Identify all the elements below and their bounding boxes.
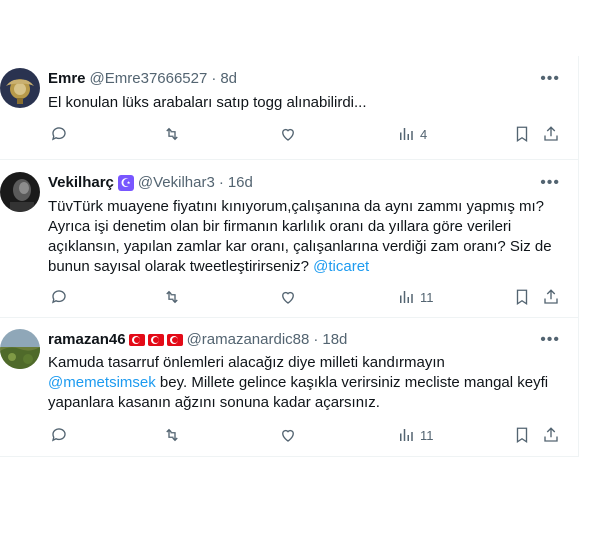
display-name[interactable]: Vekilharç xyxy=(48,173,114,193)
reply-button[interactable] xyxy=(50,426,68,444)
views-icon xyxy=(400,429,413,441)
views-count: 4 xyxy=(420,126,428,142)
mention-link[interactable]: @memetsimsek xyxy=(48,374,156,391)
repost-button[interactable] xyxy=(163,125,181,143)
share-button[interactable] xyxy=(542,426,560,444)
views-button[interactable]: 11 xyxy=(397,288,434,306)
views-button[interactable]: 4 xyxy=(397,125,427,143)
tweet-text: El konulan lüks arabaları satıp togg alı… xyxy=(48,94,367,111)
user-handle[interactable]: @Vekilhar3 xyxy=(138,173,215,193)
like-button[interactable] xyxy=(279,288,297,306)
repost-icon xyxy=(166,428,178,442)
tweet-header: ramazan46 @ramazanardic88 · 18d xyxy=(48,330,347,350)
repost-icon xyxy=(166,127,178,141)
more-icon[interactable]: ••• xyxy=(540,330,560,350)
repost-icon xyxy=(166,290,178,304)
share-button[interactable] xyxy=(542,125,560,143)
repost-button[interactable] xyxy=(163,426,181,444)
tweet-text: TüvTürk muayene fiyatını kınıyorum,çalış… xyxy=(48,197,568,277)
bookmark-button[interactable] xyxy=(513,426,531,444)
more-icon[interactable]: ••• xyxy=(540,173,560,193)
bookmark-icon xyxy=(516,126,528,143)
reply-icon xyxy=(51,290,66,304)
more-icon[interactable]: ••• xyxy=(540,69,560,89)
bookmark-button[interactable] xyxy=(513,125,531,143)
like-icon xyxy=(282,429,294,442)
mention-link[interactable]: @ticaret xyxy=(313,258,369,275)
tweet-text: Kamuda tasarruf önlemleri alacağız diye … xyxy=(48,353,568,413)
reply-feed: Emre @Emre37666527 · 8d ••• El konulan l… xyxy=(0,56,579,457)
reply-icon xyxy=(51,428,66,442)
share-icon xyxy=(544,126,558,141)
action-bar: 11 xyxy=(50,288,565,308)
timestamp[interactable]: 18d xyxy=(322,330,347,350)
tweet-emre[interactable]: Emre @Emre37666527 · 8d ••• El konulan l… xyxy=(0,56,578,160)
views-icon xyxy=(400,291,413,303)
display-name[interactable]: Emre xyxy=(48,69,86,89)
action-bar: 11 xyxy=(50,426,565,446)
reply-button[interactable] xyxy=(50,288,68,306)
like-icon xyxy=(282,128,294,141)
share-icon xyxy=(544,289,558,304)
user-handle[interactable]: @ramazanardic88 xyxy=(187,330,310,350)
crescent-badge-icon: ☪ xyxy=(117,175,134,191)
tweet-vekilharc[interactable]: Vekilharç ☪ @Vekilhar3 · 16d ••• TüvTürk… xyxy=(0,160,578,318)
turkey-flag-icon xyxy=(147,334,164,346)
like-icon xyxy=(282,291,294,304)
separator: · xyxy=(218,174,224,191)
share-button[interactable] xyxy=(542,288,560,306)
timestamp[interactable]: 8d xyxy=(220,69,237,89)
tweet-header: Vekilharç ☪ @Vekilhar3 · 16d xyxy=(48,173,253,193)
bookmark-icon xyxy=(516,289,528,306)
bookmark-icon xyxy=(516,427,528,444)
user-handle[interactable]: @Emre37666527 xyxy=(90,69,208,89)
separator: · xyxy=(313,331,319,348)
tweet-header: Emre @Emre37666527 · 8d xyxy=(48,69,237,89)
tweet-ramazan46[interactable]: ramazan46 @ramazanardic88 · 18d ••• Kamu… xyxy=(0,318,578,457)
repost-button[interactable] xyxy=(163,288,181,306)
turkey-flag-icon xyxy=(128,334,145,346)
avatar[interactable] xyxy=(0,329,40,369)
reply-button[interactable] xyxy=(50,125,68,143)
separator: · xyxy=(211,70,217,87)
views-button[interactable]: 11 xyxy=(397,426,434,444)
reply-icon xyxy=(51,127,66,141)
views-count: 11 xyxy=(420,427,434,443)
action-bar: 4 xyxy=(50,125,565,145)
tweet-text-body: TüvTürk muayene fiyatını kınıyorum,çalış… xyxy=(48,198,552,275)
views-icon xyxy=(400,128,413,140)
views-count: 11 xyxy=(420,289,434,305)
tweet-text-line1: Kamuda tasarruf önlemleri alacağız diye … xyxy=(48,354,445,371)
share-icon xyxy=(544,427,558,442)
avatar[interactable] xyxy=(0,172,40,212)
turkey-flag-icon xyxy=(166,334,183,346)
timestamp[interactable]: 16d xyxy=(228,173,253,193)
avatar[interactable] xyxy=(0,68,40,108)
like-button[interactable] xyxy=(279,125,297,143)
bookmark-button[interactable] xyxy=(513,288,531,306)
display-name[interactable]: ramazan46 xyxy=(48,330,126,350)
like-button[interactable] xyxy=(279,426,297,444)
